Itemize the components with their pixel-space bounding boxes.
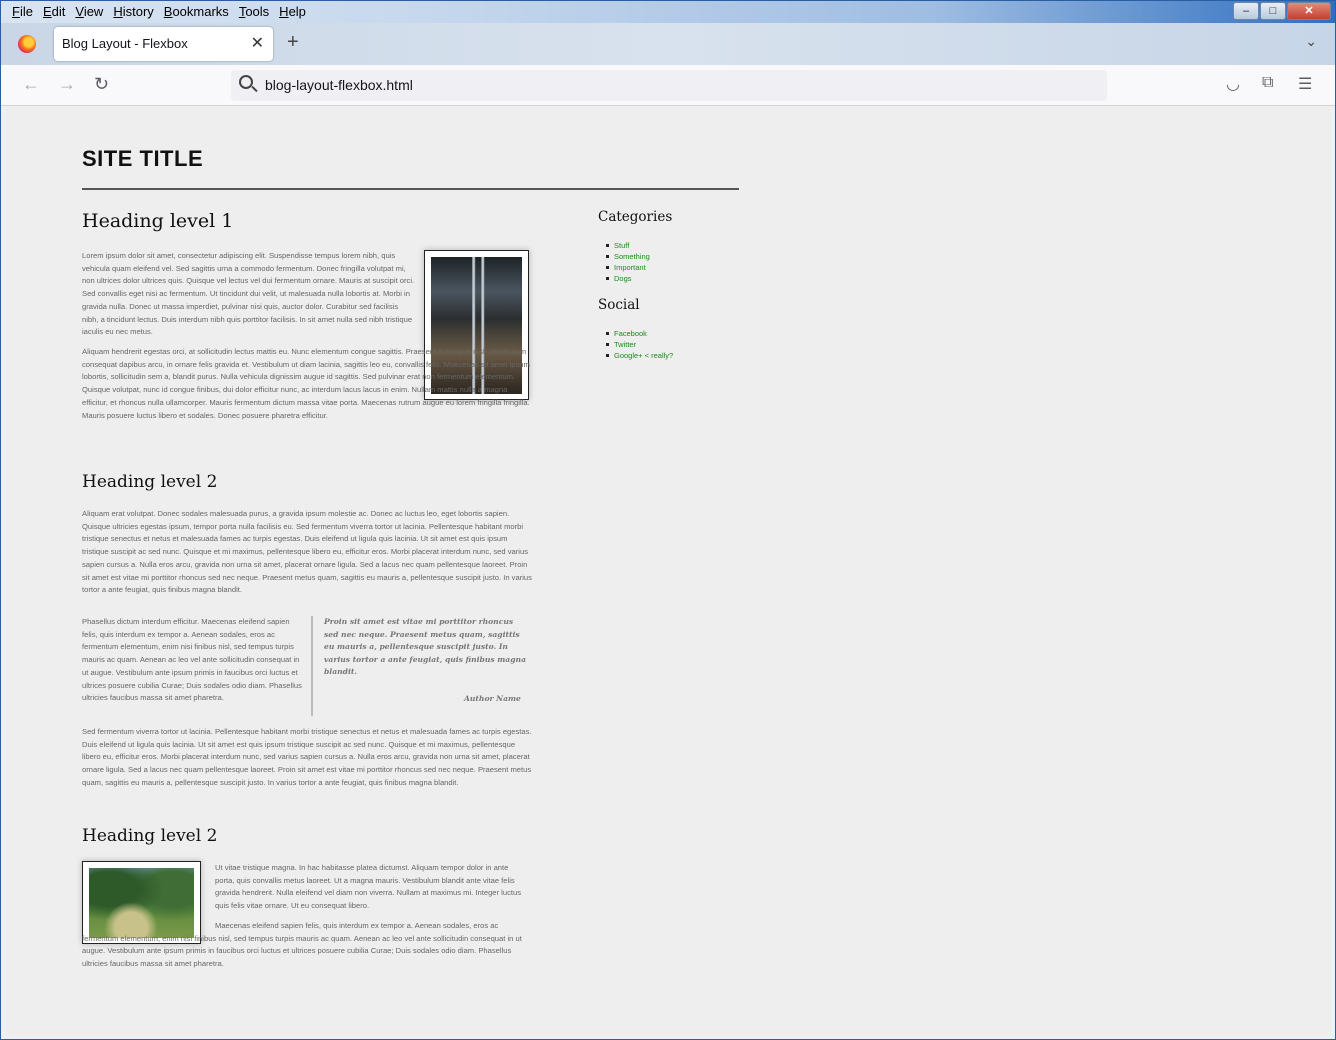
app-menu-icon[interactable]: ☰ — [1298, 74, 1312, 94]
tab-title: Blog Layout - Flexbox — [62, 36, 188, 51]
reload-icon[interactable]: ↻ — [94, 74, 109, 95]
pocket-icon[interactable]: ◡ — [1226, 74, 1240, 94]
menu-view[interactable]: View — [70, 4, 108, 19]
social-link-facebook[interactable]: Facebook — [598, 328, 673, 339]
firefox-icon[interactable] — [18, 35, 36, 53]
category-link-important[interactable]: Important — [598, 262, 650, 273]
menu-edit[interactable]: Edit — [38, 4, 70, 19]
menu-bookmarks[interactable]: Bookmarks — [159, 4, 234, 19]
heading-level-2-second: Heading level 2 — [82, 826, 218, 846]
menu-help[interactable]: Help — [274, 4, 311, 19]
section1-paragraph-1: Lorem ipsum dolor sit amet, consectetur … — [82, 251, 415, 337]
header-divider — [82, 188, 739, 190]
section2-paragraph-2: Phasellus dictum interdum efficitur. Mae… — [82, 617, 302, 703]
page-content: SITE TITLE Heading level 1 Lorem ipsum d… — [6, 106, 1331, 1036]
category-link-dogs[interactable]: Dogs — [598, 273, 650, 284]
section1-paragraph-2: Aliquam hendrerit egestas orci, at solli… — [82, 347, 530, 420]
maximize-button[interactable]: □ — [1260, 2, 1286, 20]
menu-file[interactable]: File — [7, 4, 38, 19]
close-tab-icon[interactable]: ✕ — [251, 33, 264, 53]
quote-text: Proin sit amet est vitae mi porttitor rh… — [324, 617, 526, 677]
tab-blog-layout[interactable]: Blog Layout - Flexbox ✕ — [54, 27, 273, 61]
site-title: SITE TITLE — [82, 146, 204, 171]
url-text[interactable]: blog-layout-flexbox.html — [265, 77, 413, 93]
section2-paragraph-3: Sed fermentum viverra tortor ut lacinia.… — [82, 727, 532, 787]
menu-history[interactable]: History — [108, 4, 158, 19]
category-link-something[interactable]: Something — [598, 251, 650, 262]
section3-paragraph-1: Ut vitae tristique magna. In hac habitas… — [215, 863, 521, 911]
tab-strip: Blog Layout - Flexbox ✕ + ⌄ — [1, 23, 1335, 65]
categories-list: Stuff Something Important Dogs — [598, 240, 650, 284]
browser-window: File Edit View History Bookmarks Tools H… — [0, 0, 1336, 1040]
section3-paragraph-2: Maecenas eleifend sapien felis, quis int… — [82, 921, 522, 969]
extensions-icon[interactable]: ⧉ — [1262, 74, 1273, 92]
section2-paragraph-1: Aliquam erat volutpat. Donec sodales mal… — [82, 509, 532, 595]
quote-author: Author Name — [464, 694, 521, 703]
social-link-twitter[interactable]: Twitter — [598, 339, 673, 350]
category-link-stuff[interactable]: Stuff — [598, 240, 650, 251]
search-icon — [239, 75, 253, 89]
menu-bar: File Edit View History Bookmarks Tools H… — [1, 1, 1335, 23]
heading-level-1: Heading level 1 — [82, 210, 234, 232]
new-tab-button[interactable]: + — [287, 31, 299, 54]
list-tabs-icon[interactable]: ⌄ — [1305, 33, 1317, 50]
menu-tools[interactable]: Tools — [234, 4, 274, 19]
url-bar[interactable]: blog-layout-flexbox.html — [231, 70, 1107, 101]
nav-bar: ← → ↻ blog-layout-flexbox.html ◡ ⧉ ☰ — [1, 65, 1335, 106]
close-window-button[interactable]: ✕ — [1287, 2, 1331, 20]
categories-heading: Categories — [598, 209, 673, 225]
forward-icon[interactable]: → — [58, 74, 76, 95]
social-heading: Social — [598, 297, 640, 313]
heading-level-2: Heading level 2 — [82, 472, 218, 492]
minimize-button[interactable]: – — [1233, 2, 1259, 20]
back-icon[interactable]: ← — [22, 74, 40, 95]
social-list: Facebook Twitter Google+ < really? — [598, 328, 673, 361]
social-link-googleplus[interactable]: Google+ < really? — [598, 350, 673, 361]
